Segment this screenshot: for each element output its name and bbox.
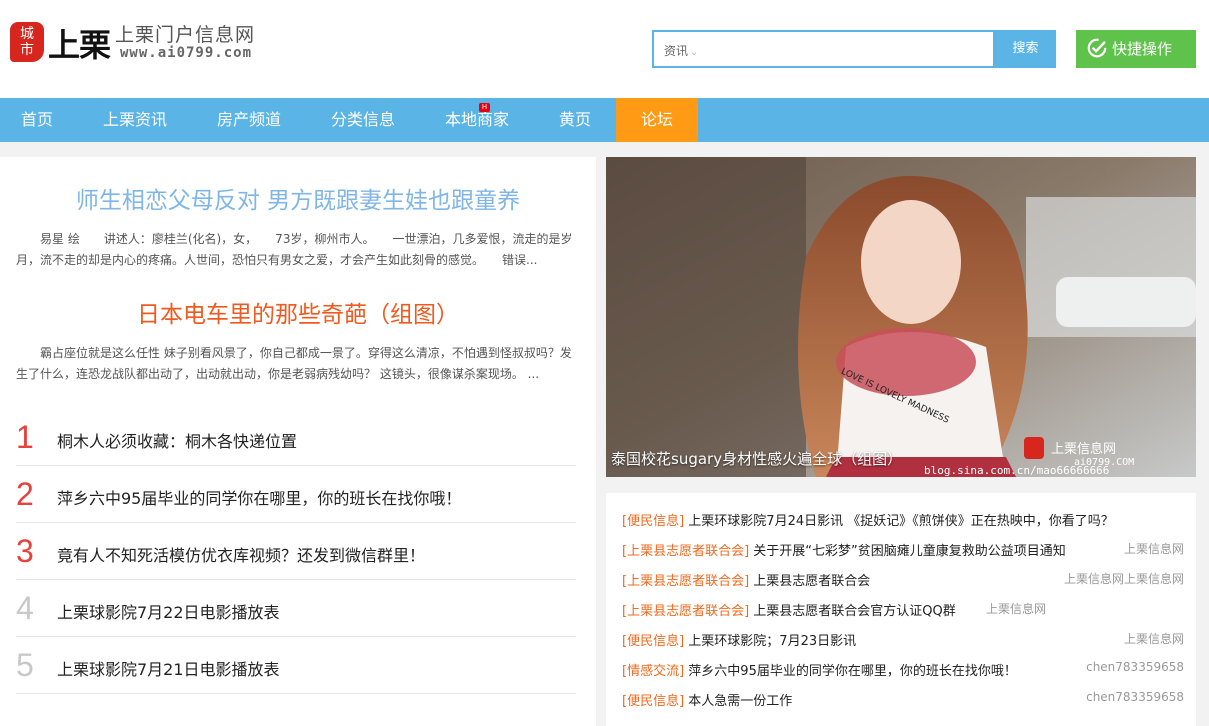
header: 城市 上栗 上栗门户信息网 www.ai0799.com 资讯 ⌄ 搜索 快捷操作 <box>0 0 1209 98</box>
rank-number: 1 <box>16 419 34 455</box>
news-category[interactable]: [便民信息] <box>622 514 684 529</box>
nav-item-local-business-label: 本地商家 <box>444 110 509 129</box>
site-logo[interactable]: 城市 上栗 上栗门户信息网 www.ai0799.com <box>10 18 280 68</box>
news-item[interactable]: [便民信息] 本人急需一份工作 chen783359658 <box>622 690 1184 720</box>
news-source: chen783359658 <box>1086 660 1184 674</box>
news-title[interactable]: 上栗环球影院7月24日影讯 《捉妖记》《煎饼侠》正在热映中，你看了吗？ <box>688 514 1113 529</box>
search-button[interactable]: 搜索 <box>995 30 1056 68</box>
nav-item-home[interactable]: 首页 <box>0 98 74 142</box>
rank-title[interactable]: 竟有人不知死活模仿优衣库视频？还发到微信群里！ <box>57 542 425 566</box>
search-type-select[interactable]: 资讯 ⌄ <box>664 42 698 59</box>
photo-caption[interactable]: 泰国校花sugary身材性感火遍全球（组图） <box>611 448 902 469</box>
headline-1[interactable]: 师生相恋父母反对 男方既跟妻生娃也跟童养 <box>0 181 596 215</box>
search-bar: 资讯 ⌄ 搜索 <box>652 30 1056 68</box>
news-source: chen783359658 <box>1086 690 1184 704</box>
edit-check-icon <box>1087 38 1107 58</box>
news-item[interactable]: [便民信息] 上栗环球影院；7月23日影讯 上栗信息网 <box>622 630 1184 660</box>
rank-item[interactable]: 5 上栗球影院7月21日电影播放表 <box>16 637 576 694</box>
news-category[interactable]: [上栗县志愿者联合会] <box>622 544 749 559</box>
search-input[interactable] <box>714 36 984 62</box>
news-list: [便民信息] 上栗环球影院7月24日影讯 《捉妖记》《煎饼侠》正在热映中，你看了… <box>606 493 1196 726</box>
rank-title[interactable]: 桐木人必须收藏：桐木各快递位置 <box>57 428 297 452</box>
news-source: 上栗信息网 <box>1123 632 1184 646</box>
news-category[interactable]: [便民信息] <box>622 694 684 709</box>
news-title[interactable]: 上栗县志愿者联合会 <box>753 574 870 589</box>
rank-number: 5 <box>16 647 34 683</box>
news-title[interactable]: 关于开展“七彩梦”贫困脑瘫儿童康复救助公益项目通知 <box>753 544 1065 559</box>
nav-item-local-business[interactable]: 本地商家 H <box>432 98 522 142</box>
news-title[interactable]: 本人急需一份工作 <box>688 694 792 709</box>
nav-item-realestate[interactable]: 房产频道 <box>204 98 294 142</box>
summary-2: 霸占座位就是这么任性 妹子别看风景了，你自己都成一景了。穿得这么清凉，不怕遇到怪… <box>16 346 572 381</box>
news-category[interactable]: [便民信息] <box>622 634 684 649</box>
hot-badge: H <box>479 103 490 112</box>
watermark-brand: 上栗信息网 <box>1051 441 1116 457</box>
rank-item[interactable]: 3 竟有人不知死活模仿优衣库视频？还发到微信群里！ <box>16 523 576 580</box>
news-title[interactable]: 上栗县志愿者联合会官方认证QQ群 <box>753 604 955 619</box>
news-category[interactable]: [上栗县志愿者联合会] <box>622 574 749 589</box>
news-category[interactable]: [上栗县志愿者联合会] <box>622 604 749 619</box>
rank-title[interactable]: 萍乡六中95届毕业的同学你在哪里，你的班长在找你哦！ <box>57 485 461 509</box>
search-box: 资讯 ⌄ <box>652 30 995 68</box>
news-source: 上栗信息网上栗信息网 <box>1063 572 1184 586</box>
rank-number: 3 <box>16 533 34 569</box>
nav-item-news[interactable]: 上栗资讯 <box>90 98 180 142</box>
logo-main-text: 上栗 <box>48 26 111 64</box>
news-title[interactable]: 萍乡六中95届毕业的同学你在哪里，你的班长在找你哦！ <box>688 664 1017 679</box>
rank-number: 2 <box>16 476 34 512</box>
news-item[interactable]: [上栗县志愿者联合会] 关于开展“七彩梦”贫困脑瘫儿童康复救助公益项目通知 上栗… <box>622 540 1184 570</box>
nav-item-yellow-pages[interactable]: 黄页 <box>546 98 604 142</box>
watermark-blog: blog.sina.com.cn/mao66666666 <box>924 464 1109 477</box>
summary-1: 易星 绘 讲述人：廖桂兰(化名)，女， 73岁，柳州市人。 一世漂泊，几多爱恨，… <box>16 232 573 267</box>
news-item[interactable]: [上栗县志愿者联合会] 上栗县志愿者联合会官方认证QQ群 上栗信息网 <box>622 600 1182 630</box>
news-item[interactable]: [情感交流] 萍乡六中95届毕业的同学你在哪里，你的班长在找你哦！ chen78… <box>622 660 1184 690</box>
featured-photo-image: LOVE IS LOVELY MADNESS 上栗信息网 ai0799.COM … <box>606 157 1196 477</box>
nav-item-classifieds[interactable]: 分类信息 <box>318 98 408 142</box>
logo-url: www.ai0799.com <box>120 45 253 61</box>
rank-title[interactable]: 上栗球影院7月22日电影播放表 <box>57 599 280 623</box>
featured-photo[interactable]: LOVE IS LOVELY MADNESS 上栗信息网 ai0799.COM … <box>606 157 1196 477</box>
left-panel: 师生相恋父母反对 男方既跟妻生娃也跟童养 易星 绘 讲述人：廖桂兰(化名)，女，… <box>0 157 596 726</box>
rank-item[interactable]: 4 上栗球影院7月22日电影播放表 <box>16 580 576 637</box>
watermark-badge <box>1024 437 1044 459</box>
nav-item-forum[interactable]: 论坛 <box>616 98 698 142</box>
rank-item[interactable]: 2 萍乡六中95届毕业的同学你在哪里，你的班长在找你哦！ <box>16 466 576 523</box>
rank-item[interactable]: 1 桐木人必须收藏：桐木各快递位置 <box>16 409 576 466</box>
rank-list: 1 桐木人必须收藏：桐木各快递位置 2 萍乡六中95届毕业的同学你在哪里，你的班… <box>16 409 576 694</box>
news-category[interactable]: [情感交流] <box>622 664 684 679</box>
logo-site-name: 上栗门户信息网 <box>115 24 256 46</box>
news-source: 上栗信息网 <box>985 602 1046 616</box>
news-item[interactable]: [上栗县志愿者联合会] 上栗县志愿者联合会 上栗信息网上栗信息网 <box>622 570 1184 600</box>
rank-number: 4 <box>16 590 34 626</box>
news-source: 上栗信息网 <box>1123 542 1184 556</box>
news-item[interactable]: [便民信息] 上栗环球影院7月24日影讯 《捉妖记》《煎饼侠》正在热映中，你看了… <box>622 510 1182 540</box>
main-nav: 首页 上栗资讯 房产频道 分类信息 本地商家 H 黄页 论坛 <box>0 98 1209 142</box>
search-type-label: 资讯 <box>664 44 689 58</box>
rank-title[interactable]: 上栗球影院7月21日电影播放表 <box>57 656 280 680</box>
logo-badge: 城市 <box>10 22 44 62</box>
news-title[interactable]: 上栗环球影院；7月23日影讯 <box>688 634 856 649</box>
quick-action-label: 快捷操作 <box>1112 40 1173 58</box>
chevron-down-icon: ⌄ <box>690 47 699 58</box>
headline-2[interactable]: 日本电车里的那些奇葩（组图） <box>0 295 596 329</box>
quick-action-button[interactable]: 快捷操作 <box>1076 30 1196 68</box>
